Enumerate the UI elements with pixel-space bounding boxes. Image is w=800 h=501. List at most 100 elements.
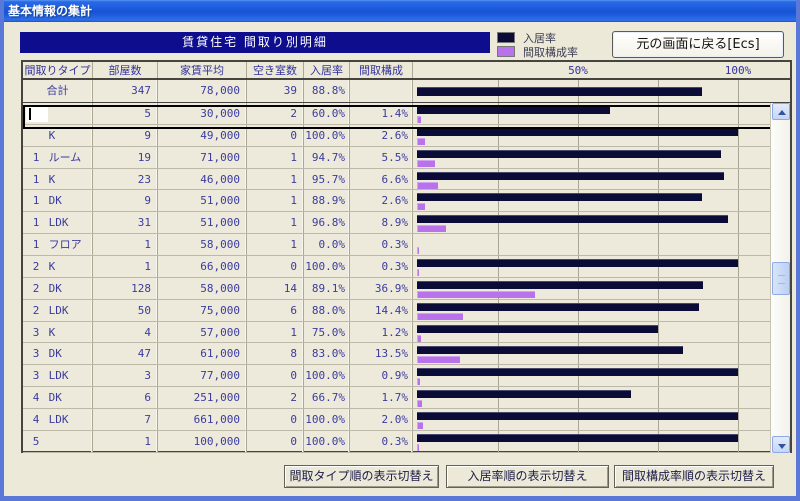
occupancy-rate-cell: 100.0% xyxy=(304,365,350,386)
table-row[interactable]: 1 K2346,000195.7%6.6% xyxy=(23,169,790,191)
occupancy-bar xyxy=(417,128,738,136)
average-rent-cell: 30,000 xyxy=(158,103,247,124)
composition-rate-cell: 1.4% xyxy=(350,103,413,124)
floorplan-type-cell: 1 フロア xyxy=(23,234,93,255)
table-row[interactable]: 3 LDK377,0000100.0%0.9% xyxy=(23,365,790,387)
scrollbar-down-button[interactable] xyxy=(772,436,790,453)
occupancy-rate-cell: 100.0% xyxy=(304,409,350,430)
average-rent-cell: 58,000 xyxy=(158,234,247,255)
occupancy-bar xyxy=(417,303,699,311)
occupancy-bar xyxy=(417,172,724,180)
composition-rate-cell xyxy=(350,80,413,102)
rate-bars-cell xyxy=(413,234,790,255)
occupancy-rate-cell: 95.7% xyxy=(304,169,350,190)
vacant-count-cell: 2 xyxy=(247,103,304,124)
column-header-composition: 間取構成 xyxy=(350,62,413,78)
occupancy-rate-cell: 100.0% xyxy=(304,431,350,452)
table-row[interactable]: 1 DK951,000188.9%2.6% xyxy=(23,190,790,212)
column-header-floorplan-type: 間取りタイプ xyxy=(23,62,93,78)
room-count-cell: 128 xyxy=(93,278,158,299)
occupancy-color-swatch xyxy=(497,32,515,43)
vacant-count-cell: 14 xyxy=(247,278,304,299)
average-rent-cell: 251,000 xyxy=(158,387,247,408)
composition-bar xyxy=(417,225,446,232)
rate-bars-cell xyxy=(413,365,790,386)
occupancy-rate-cell: 94.7% xyxy=(304,147,350,168)
room-count-cell: 4 xyxy=(93,322,158,343)
vacant-count-cell: 8 xyxy=(247,343,304,364)
total-row[interactable]: 合計34778,0003988.8% xyxy=(23,80,790,103)
sort-by-floorplan-type-button[interactable]: 間取タイプ順の表示切替え xyxy=(284,465,439,488)
floorplan-type-cell: 4 LDK xyxy=(23,409,93,430)
vertical-scrollbar[interactable] xyxy=(770,103,790,453)
table-row[interactable]: 3 K457,000175.0%1.2% xyxy=(23,322,790,344)
room-count-cell: 1 xyxy=(93,234,158,255)
occupancy-rate-cell: 0.0% xyxy=(304,234,350,255)
floorplan-type-cell: 3 LDK xyxy=(23,365,93,386)
vacant-count-cell: 39 xyxy=(247,80,304,102)
floorplan-type-cell: 1 DK xyxy=(23,190,93,211)
floorplan-type-cell: 5 xyxy=(23,431,93,452)
floorplan-type-edit-field[interactable] xyxy=(26,106,48,122)
occupancy-bar xyxy=(417,412,738,420)
occupancy-rate-cell: 66.7% xyxy=(304,387,350,408)
room-count-cell: 7 xyxy=(93,409,158,430)
window-titlebar[interactable]: 基本情報の集計 xyxy=(0,0,800,22)
average-rent-cell: 100,000 xyxy=(158,431,247,452)
chart-legend: 入居率 間取構成率 xyxy=(497,31,607,59)
occupancy-rate-cell: 100.0% xyxy=(304,256,350,277)
occupancy-rate-cell: 88.9% xyxy=(304,190,350,211)
sort-by-occupancy-rate-button[interactable]: 入居率順の表示切替え xyxy=(446,465,609,488)
vacant-count-cell: 1 xyxy=(247,190,304,211)
occupancy-rate-cell: 60.0% xyxy=(304,103,350,124)
composition-bar xyxy=(417,291,535,298)
composition-rate-cell: 36.9% xyxy=(350,278,413,299)
composition-rate-cell: 0.3% xyxy=(350,234,413,255)
occupancy-bar xyxy=(417,87,702,96)
table-row[interactable]: 1 フロア158,00010.0%0.3% xyxy=(23,234,790,256)
table-row[interactable]: 2 DK12858,0001489.1%36.9% xyxy=(23,278,790,300)
scrollbar-up-button[interactable] xyxy=(772,103,790,120)
rate-bars-cell xyxy=(413,190,790,211)
table-row[interactable]: 4 LDK7661,0000100.0%2.0% xyxy=(23,409,790,431)
occupancy-bar xyxy=(417,434,738,442)
average-rent-cell: 57,000 xyxy=(158,322,247,343)
composition-rate-cell: 6.6% xyxy=(350,169,413,190)
sort-by-composition-rate-button[interactable]: 間取構成率順の表示切替え xyxy=(614,465,774,488)
rate-bars-cell xyxy=(413,169,790,190)
table-row[interactable]: 2 LDK5075,000688.0%14.4% xyxy=(23,300,790,322)
average-rent-cell: 46,000 xyxy=(158,169,247,190)
vacant-count-cell: 1 xyxy=(247,169,304,190)
floorplan-type-cell: 3 K xyxy=(23,322,93,343)
floorplan-type-cell: 1 K xyxy=(23,169,93,190)
rate-bars-cell xyxy=(413,80,790,102)
scrollbar-thumb[interactable] xyxy=(772,262,790,295)
table-row[interactable]: 5 1100,0000100.0%0.3% xyxy=(23,431,790,453)
rate-bars-cell xyxy=(413,256,790,277)
table-row[interactable]: 1 ルーム1971,000194.7%5.5% xyxy=(23,147,790,169)
composition-rate-cell: 2.0% xyxy=(350,409,413,430)
rate-bars-cell xyxy=(413,103,790,124)
average-rent-cell: 61,000 xyxy=(158,343,247,364)
floorplan-detail-table: 間取りタイプ 部屋数 家賃平均 空き室数 入居率 間取構成 50% 100% 合… xyxy=(21,60,792,453)
table-row[interactable]: K949,0000100.0%2.6% xyxy=(23,125,790,147)
vacant-count-cell: 0 xyxy=(247,256,304,277)
occupancy-bar xyxy=(417,106,610,114)
room-count-cell: 6 xyxy=(93,387,158,408)
floorplan-type-cell: 2 LDK xyxy=(23,300,93,321)
table-row[interactable]: 530,000260.0%1.4% xyxy=(23,103,790,125)
floorplan-type-cell xyxy=(23,103,93,124)
room-count-cell: 1 xyxy=(93,431,158,452)
occupancy-rate-cell: 75.0% xyxy=(304,322,350,343)
average-rent-cell: 58,000 xyxy=(158,278,247,299)
room-count-cell: 47 xyxy=(93,343,158,364)
table-row[interactable]: 2 K166,0000100.0%0.3% xyxy=(23,256,790,278)
composition-legend-label: 間取構成率 xyxy=(523,44,578,60)
table-row[interactable]: 3 DK4761,000883.0%13.5% xyxy=(23,343,790,365)
back-to-previous-screen-button[interactable]: 元の画面に戻る[Ecs] xyxy=(612,31,784,58)
table-row[interactable]: 1 LDK3151,000196.8%8.9% xyxy=(23,212,790,234)
rate-bars-cell xyxy=(413,278,790,299)
room-count-cell: 50 xyxy=(93,300,158,321)
table-row[interactable]: 4 DK6251,000266.7%1.7% xyxy=(23,387,790,409)
composition-bar xyxy=(417,160,435,167)
